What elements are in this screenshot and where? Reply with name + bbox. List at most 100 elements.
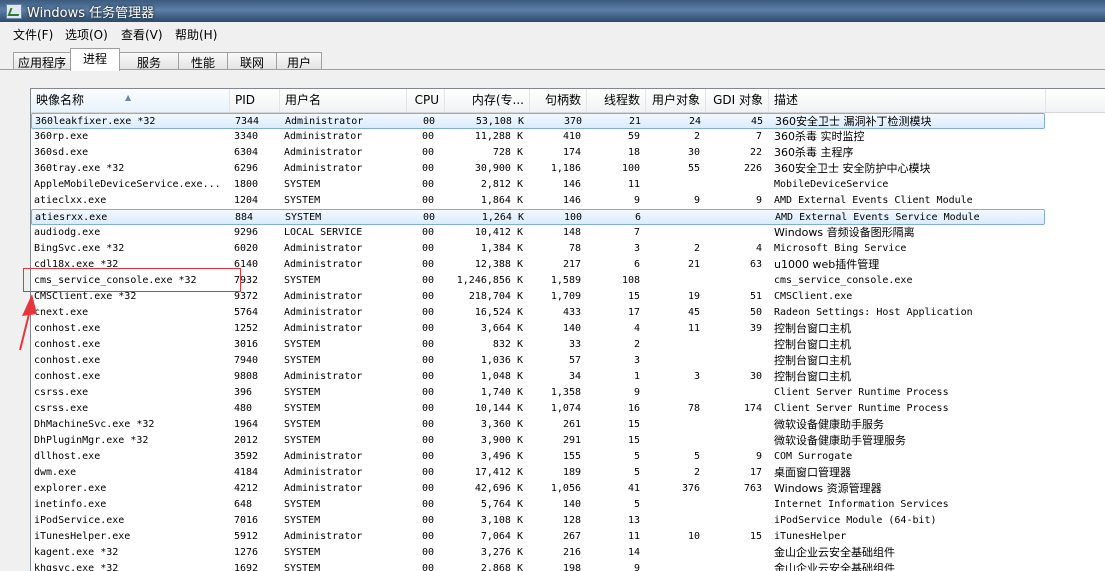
tab-services[interactable]: 服务: [119, 52, 179, 70]
menu-file[interactable]: 文件(F): [13, 26, 53, 43]
tab-performance[interactable]: 性能: [178, 52, 228, 70]
cell-cpu: 00: [421, 483, 434, 494]
table-row[interactable]: csrss.exe 396 SYSTEM 00 1,740 K 1,358 9 Client …: [31, 385, 1045, 401]
column-user-name[interactable]: 用户名: [280, 89, 407, 112]
cell-description: 桌面窗口管理器: [774, 466, 851, 479]
tab-applications[interactable]: 应用程序: [13, 52, 71, 70]
column-cpu[interactable]: CPU: [407, 89, 445, 112]
cell-image-name: 360leakfixer.exe *32: [35, 116, 156, 127]
column-header-row: ▲ 映像名称 PID 用户名 CPU 内存(专... 句柄数 线程数 用户对象 …: [31, 89, 1105, 113]
column-threads[interactable]: 线程数: [587, 89, 646, 112]
table-row[interactable]: explorer.exe 4212 Administrator 00 42,696 K 1…: [31, 481, 1045, 497]
cell-image-name: dwm.exe: [34, 467, 77, 478]
cell-description: cms_service_console.exe: [774, 275, 913, 286]
cell-handles: 155: [562, 451, 581, 462]
table-row[interactable]: csrss.exe 480 SYSTEM 00 10,144 K 1,074 16 78 174…: [31, 401, 1045, 417]
table-row[interactable]: conhost.exe 9808 Administrator 00 1,048 K 34 1…: [31, 369, 1045, 385]
menu-view[interactable]: 查看(V): [121, 26, 163, 43]
cell-gdi-objects: 17: [749, 467, 762, 478]
cell-memory: 1,740 K: [480, 387, 523, 398]
cell-threads: 9: [633, 387, 640, 398]
column-user-objects[interactable]: 用户对象: [646, 89, 706, 112]
cell-pid: 9296: [234, 227, 259, 238]
cell-threads: 18: [627, 147, 640, 158]
cell-threads: 100: [621, 163, 640, 174]
sort-up-icon: ▲: [125, 93, 132, 102]
cell-handles: 140: [562, 499, 581, 510]
table-row[interactable]: iPodService.exe 7016 SYSTEM 00 3,108 K 128 13 i…: [31, 513, 1045, 529]
tab-processes[interactable]: 进程: [70, 48, 120, 71]
menu-help[interactable]: 帮助(H): [175, 26, 217, 43]
cell-image-name: atiesrxx.exe: [35, 212, 108, 223]
cell-handles: 433: [562, 307, 581, 318]
cell-gdi-objects: 15: [749, 531, 762, 542]
cell-gdi-objects: 30: [749, 371, 762, 382]
cell-description: CMSClient.exe: [774, 291, 853, 302]
cell-description: 控制台窗口主机: [774, 370, 851, 383]
column-memory[interactable]: 内存(专...: [445, 89, 530, 112]
cell-threads: 5: [633, 451, 640, 462]
table-row[interactable]: BingSvc.exe *32 6020 Administrator 00 1,384 …: [31, 241, 1045, 257]
cell-image-name: DhMachineSvc.exe *32: [34, 419, 155, 430]
cell-pid: 396: [234, 387, 253, 398]
process-list[interactable]: ▲ 映像名称 PID 用户名 CPU 内存(专... 句柄数 线程数 用户对象 …: [30, 88, 1105, 571]
cell-gdi-objects: [706, 274, 762, 289]
cell-user-objects: [646, 354, 700, 369]
cell-pid: 884: [235, 212, 254, 223]
table-row[interactable]: audiodg.exe 9296 LOCAL SERVICE 00 10,412 K 14…: [31, 225, 1045, 241]
cell-gdi-objects: [706, 498, 762, 513]
cell-threads: 1: [633, 371, 640, 382]
column-image-name[interactable]: ▲ 映像名称: [31, 89, 230, 112]
cell-user-objects: 10: [687, 531, 700, 542]
column-pid[interactable]: PID: [230, 89, 280, 112]
table-row[interactable]: DhMachineSvc.exe *32 1964 SYSTEM 00 3,360 K 2…: [31, 417, 1045, 433]
cell-cpu: 00: [422, 116, 435, 127]
cell-memory: 3,276 K: [480, 547, 523, 558]
table-row[interactable]: iTunesHelper.exe 5912 Administrator 00 7,064…: [31, 529, 1045, 545]
table-row[interactable]: 360rp.exe 3340 Administrator 00 11,288 K 410 5…: [31, 129, 1045, 145]
cell-user-name: Administrator: [284, 531, 363, 542]
cell-gdi-objects: [706, 418, 762, 433]
column-description[interactable]: 描述: [769, 89, 1046, 112]
table-row[interactable]: dllhost.exe 3592 Administrator 00 3,496 K 155…: [31, 449, 1045, 465]
tab-networking[interactable]: 联网: [227, 52, 277, 70]
cell-user-objects: [646, 226, 700, 241]
table-row[interactable]: inetinfo.exe 648 SYSTEM 00 5,764 K 140 5 Intern…: [31, 497, 1045, 513]
table-row[interactable]: 360leakfixer.exe *32 7344 Administrator 00 5…: [31, 113, 1045, 129]
window-title: Windows 任务管理器: [27, 6, 155, 21]
table-row[interactable]: dwm.exe 4184 Administrator 00 17,412 K 189 5 2 1…: [31, 465, 1045, 481]
table-row[interactable]: atiesrxx.exe 884 SYSTEM 00 1,264 K 100 6 AMD Ex…: [31, 209, 1045, 225]
table-row[interactable]: 360sd.exe 6304 Administrator 00 728 K 174 18 30…: [31, 145, 1045, 161]
cell-gdi-objects: 174: [743, 403, 762, 414]
table-row[interactable]: conhost.exe 1252 Administrator 00 3,664 K 140…: [31, 321, 1045, 337]
table-row[interactable]: cnext.exe 5764 Administrator 00 16,524 K 433 1…: [31, 305, 1045, 321]
column-gdi-objects[interactable]: GDI 对象: [706, 89, 769, 112]
cell-cpu: 00: [421, 467, 434, 478]
table-row[interactable]: kagent.exe *32 1276 SYSTEM 00 3,276 K 216 14 金山…: [31, 545, 1045, 561]
table-row[interactable]: conhost.exe 3016 SYSTEM 00 832 K 33 2 控制台窗口主机: [31, 337, 1045, 353]
cell-threads: 41: [627, 483, 640, 494]
cell-description: 控制台窗口主机: [774, 322, 851, 335]
cell-gdi-objects: 51: [749, 291, 762, 302]
cell-description: Microsoft Bing Service: [774, 243, 907, 254]
menu-options[interactable]: 选项(O): [65, 26, 108, 43]
cell-description: 控制台窗口主机: [774, 338, 851, 351]
table-row[interactable]: 360tray.exe *32 6296 Administrator 00 30,900…: [31, 161, 1045, 177]
cell-handles: 410: [562, 131, 581, 142]
table-row[interactable]: AppleMobileDeviceService.exe... 1800 SYSTE…: [31, 177, 1045, 193]
cell-user-objects: [646, 514, 700, 529]
cell-description: Windows 资源管理器: [774, 482, 882, 495]
cell-user-objects: [646, 498, 700, 513]
tab-users[interactable]: 用户: [276, 52, 322, 70]
cell-user-name: SYSTEM: [284, 179, 321, 190]
cell-pid: 7940: [234, 355, 259, 366]
table-row[interactable]: conhost.exe 7940 SYSTEM 00 1,036 K 57 3 控制台窗口主机: [31, 353, 1045, 369]
column-handles[interactable]: 句柄数: [530, 89, 587, 112]
table-row[interactable]: atieclxx.exe 1204 SYSTEM 00 1,864 K 146 9 9 9 AMD…: [31, 193, 1045, 209]
cell-description: COM Surrogate: [774, 451, 853, 462]
cell-pid: 1800: [234, 179, 259, 190]
cell-gdi-objects: 226: [743, 163, 762, 174]
cell-user-name: SYSTEM: [284, 195, 321, 206]
cell-memory: 1,048 K: [480, 371, 523, 382]
table-row[interactable]: DhPluginMgr.exe *32 2012 SYSTEM 00 3,900 K 29…: [31, 433, 1045, 449]
